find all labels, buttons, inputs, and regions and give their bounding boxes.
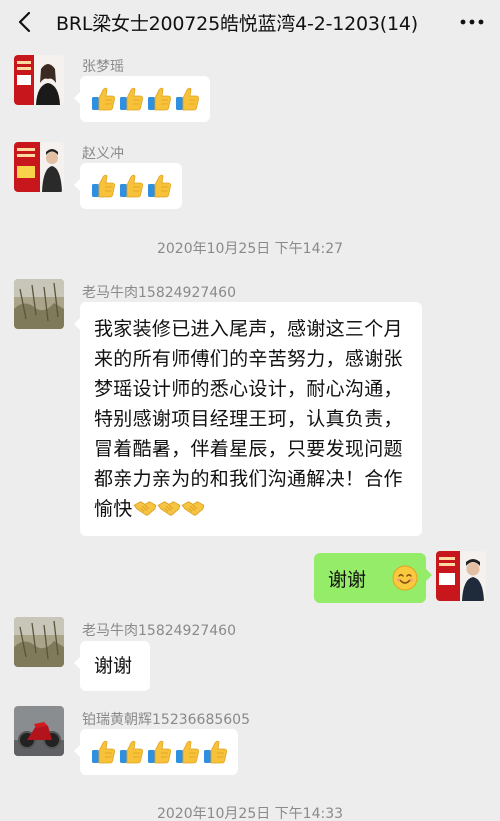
- message-bubble[interactable]: [74, 729, 238, 775]
- thumbs-up-emoji: [174, 739, 200, 765]
- avatar[interactable]: [14, 706, 64, 756]
- avatar[interactable]: [14, 617, 64, 667]
- handshake-emoji: [181, 499, 205, 517]
- message-bubble[interactable]: 谢谢: [74, 641, 150, 691]
- chat-header: BRL梁女士200725皓悦蓝湾4-2-1203(14): [0, 0, 500, 44]
- thumbs-up-emoji: [146, 86, 172, 112]
- thumbs-up-emoji: [90, 739, 116, 765]
- thumbs-up-emoji: [146, 739, 172, 765]
- message-bubble[interactable]: [74, 76, 210, 122]
- back-chevron-icon[interactable]: [14, 10, 38, 34]
- thumbs-up-emoji: [146, 173, 172, 199]
- timestamp: 2020年10月25日 下午14:33: [156, 806, 344, 821]
- sender-name: 张梦瑶: [82, 59, 124, 75]
- emoji-content: [80, 163, 182, 209]
- thumbs-up-emoji: [202, 739, 228, 765]
- thumbs-up-emoji: [90, 86, 116, 112]
- thumbs-up-emoji: [118, 86, 144, 112]
- thumbs-up-emoji: [118, 739, 144, 765]
- message-bubble[interactable]: [74, 163, 182, 209]
- smile-emoji: [392, 565, 418, 591]
- sender-name: 铂瑞黄朝辉15236685605: [82, 712, 250, 728]
- thumbs-up-emoji: [174, 86, 200, 112]
- handshake-emoji: [157, 499, 181, 517]
- message-text: 谢谢: [328, 568, 367, 591]
- chat-title: BRL梁女士200725皓悦蓝湾4-2-1203(14): [56, 13, 418, 35]
- avatar[interactable]: [14, 55, 64, 105]
- thumbs-up-emoji: [118, 173, 144, 199]
- handshake-emoji-group: [133, 498, 205, 520]
- more-dots-icon[interactable]: [458, 10, 486, 34]
- avatar[interactable]: [14, 142, 64, 192]
- handshake-emoji: [133, 499, 157, 517]
- emoji-content: [80, 76, 210, 122]
- emoji-content: [80, 729, 238, 775]
- sender-name: 老马牛肉15824927460: [82, 623, 236, 639]
- sender-name: 赵义冲: [82, 146, 124, 162]
- message-text-content: 我家装修已进入尾声，感谢这三个月来的所有师傅们的辛苦努力，感谢张梦瑶设计师的悉心…: [94, 318, 403, 520]
- own-message-content: 谢谢: [314, 553, 426, 603]
- own-avatar[interactable]: [436, 551, 486, 601]
- thumbs-up-emoji: [90, 173, 116, 199]
- message-bubble[interactable]: 我家装修已进入尾声，感谢这三个月来的所有师傅们的辛苦努力，感谢张梦瑶设计师的悉心…: [74, 302, 422, 536]
- message-text: 我家装修已进入尾声，感谢这三个月来的所有师傅们的辛苦努力，感谢张梦瑶设计师的悉心…: [80, 302, 422, 536]
- avatar[interactable]: [14, 279, 64, 329]
- own-message-bubble[interactable]: 谢谢: [314, 553, 432, 603]
- message-text: 谢谢: [94, 655, 133, 677]
- timestamp: 2020年10月25日 下午14:27: [156, 241, 344, 257]
- sender-name: 老马牛肉15824927460: [82, 285, 236, 301]
